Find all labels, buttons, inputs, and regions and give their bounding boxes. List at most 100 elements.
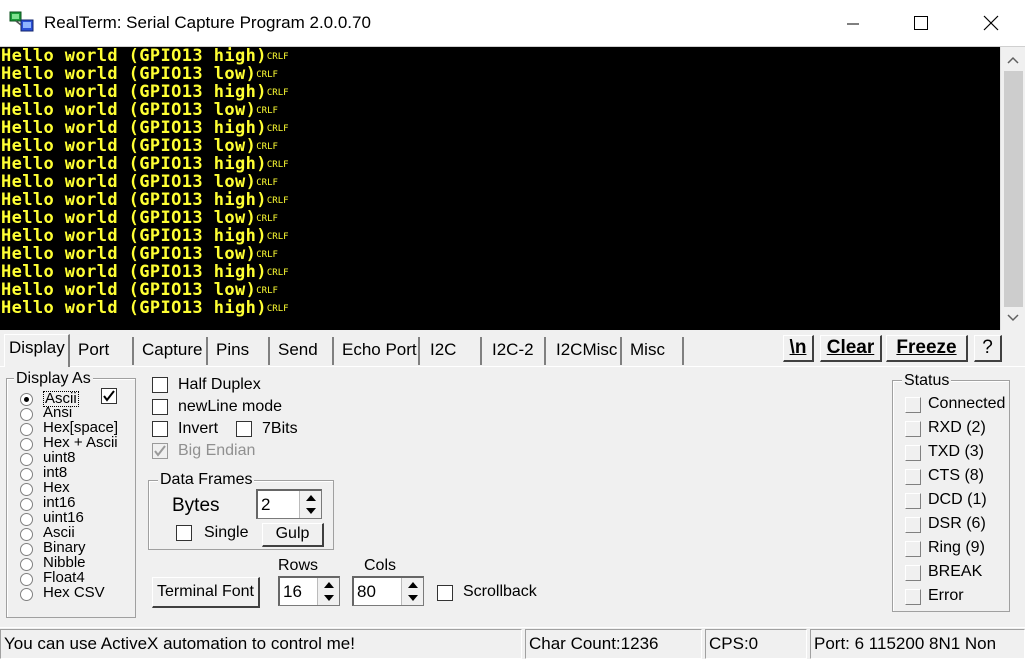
tab-capture[interactable]: Capture xyxy=(138,337,208,365)
terminal-line: Hello world (GPIO13 high)CRLF xyxy=(0,47,1000,65)
freeze-button[interactable]: Freeze xyxy=(886,335,968,362)
display-as-radio[interactable] xyxy=(20,498,33,511)
status-indicator-label: Error xyxy=(928,587,964,604)
maximize-button[interactable] xyxy=(898,0,944,46)
checkmark-icon xyxy=(103,390,115,402)
display-tab-panel: Display As Ascii Ansi Hex[space] Hex + Asci… xyxy=(0,366,1025,623)
status-indicator-label: CTS (8) xyxy=(928,467,984,484)
spin-up-icon[interactable] xyxy=(318,578,339,592)
display-as-option-label: uint8 xyxy=(43,449,76,466)
terminal-line: Hello world (GPIO13 low)CRLF xyxy=(0,209,1000,227)
terminal-output[interactable]: Hello world (GPIO13 high)CRLF Hello world… xyxy=(0,47,1000,330)
display-as-option-label: Ascii xyxy=(43,524,75,541)
status-led xyxy=(905,565,921,581)
terminal-line-text: Hello world (GPIO13 high) xyxy=(1,190,267,210)
status-led xyxy=(905,589,921,605)
spin-up-icon[interactable] xyxy=(402,578,423,592)
newline-mode-checkbox[interactable] xyxy=(152,399,168,415)
display-as-radio[interactable] xyxy=(20,438,33,451)
realterm-app-icon xyxy=(9,11,35,33)
newline-button[interactable]: \n xyxy=(783,335,814,362)
tab-echo-port[interactable]: Echo Port xyxy=(338,337,420,365)
terminal-line-text: Hello world (GPIO13 low) xyxy=(1,136,257,156)
tab-pins[interactable]: Pins xyxy=(212,337,270,365)
rows-spinner[interactable]: 16 xyxy=(278,576,340,606)
terminal-line-text: Hello world (GPIO13 low) xyxy=(1,64,257,84)
status-led xyxy=(905,469,921,485)
scroll-down-button[interactable] xyxy=(1001,307,1025,329)
port-info: Port: 6 115200 8N1 Non xyxy=(810,629,1025,659)
display-as-radio[interactable] xyxy=(20,483,33,496)
display-as-radio[interactable] xyxy=(20,468,33,481)
help-button[interactable]: ? xyxy=(974,335,1002,362)
single-checkbox[interactable] xyxy=(176,525,192,541)
single-label: Single xyxy=(204,524,249,541)
terminal-line: Hello world (GPIO13 low)CRLF xyxy=(0,65,1000,83)
status-led xyxy=(905,493,921,509)
status-led xyxy=(905,421,921,437)
status-indicator-label: Connected xyxy=(928,395,1006,412)
newline-mode-label: newLine mode xyxy=(178,398,283,415)
bytes-spinner[interactable]: 2 xyxy=(256,489,322,519)
crlf-marker: CRLF xyxy=(266,196,289,206)
spin-up-icon[interactable] xyxy=(300,491,321,505)
crlf-marker: CRLF xyxy=(266,232,289,242)
display-as-label: Display As xyxy=(14,370,93,388)
display-as-option-label: uint16 xyxy=(43,509,84,526)
display-as-radio[interactable] xyxy=(20,423,33,436)
display-as-option-label: Binary xyxy=(43,539,86,556)
terminal-line: Hello world (GPIO13 high)CRLF xyxy=(0,227,1000,245)
terminal-line-text: Hello world (GPIO13 high) xyxy=(1,82,267,102)
display-as-radio[interactable] xyxy=(20,393,33,406)
spin-down-icon[interactable] xyxy=(300,505,321,519)
crlf-marker: CRLF xyxy=(256,214,278,224)
display-as-radio[interactable] xyxy=(20,528,33,541)
terminal-font-button[interactable]: Terminal Font xyxy=(152,577,260,608)
crlf-marker: CRLF xyxy=(266,268,289,278)
7bits-label: 7Bits xyxy=(262,420,298,437)
minimize-button[interactable] xyxy=(830,0,876,46)
scrollback-checkbox[interactable] xyxy=(437,585,453,601)
minimize-icon xyxy=(847,23,859,25)
invert-checkbox[interactable] xyxy=(152,421,168,437)
display-as-radio[interactable] xyxy=(20,573,33,586)
display-as-option-label: Ansi xyxy=(43,404,73,421)
status-bar: You can use ActiveX automation to contro… xyxy=(0,627,1025,659)
display-as-radio[interactable] xyxy=(20,408,33,421)
terminal-line-text: Hello world (GPIO13 low) xyxy=(1,280,257,300)
tab-i2cmisc[interactable]: I2CMisc xyxy=(552,337,622,365)
display-as-option-label: Nibble xyxy=(43,554,86,571)
status-led xyxy=(905,517,921,533)
display-as-radio[interactable] xyxy=(20,453,33,466)
clear-button[interactable]: Clear xyxy=(820,335,882,362)
display-as-option-label: Float4 xyxy=(43,569,85,586)
big-endian-checkbox[interactable] xyxy=(152,443,168,459)
scroll-thumb[interactable] xyxy=(1004,71,1023,307)
display-as-radio[interactable] xyxy=(20,513,33,526)
tab-i2c[interactable]: I2C xyxy=(426,337,482,365)
terminal-line-text: Hello world (GPIO13 low) xyxy=(1,244,257,264)
cols-value: 80 xyxy=(357,582,376,601)
display-as-radio[interactable] xyxy=(20,558,33,571)
scroll-up-button[interactable] xyxy=(1001,49,1025,71)
tab-port[interactable]: Port xyxy=(74,337,134,365)
display-as-radio[interactable] xyxy=(20,588,33,601)
display-as-option-label: int16 xyxy=(43,494,76,511)
tab-display[interactable]: Display xyxy=(4,334,70,367)
bytes-value: 2 xyxy=(261,495,271,514)
cols-spinner[interactable]: 80 xyxy=(352,576,424,606)
status-indicator-label: Ring (9) xyxy=(928,539,985,556)
chevron-up-icon xyxy=(1007,56,1019,64)
7bits-checkbox[interactable] xyxy=(236,421,252,437)
tab-i2c-2[interactable]: I2C-2 xyxy=(488,337,546,365)
tab-misc[interactable]: Misc xyxy=(626,337,684,365)
terminal-scrollbar[interactable] xyxy=(1000,47,1025,330)
spin-down-icon[interactable] xyxy=(402,592,423,606)
display-as-radio[interactable] xyxy=(20,543,33,556)
tab-send[interactable]: Send xyxy=(274,337,334,365)
close-button[interactable] xyxy=(968,0,1014,46)
half-duplex-checkbox[interactable] xyxy=(152,377,168,393)
spin-down-icon[interactable] xyxy=(318,592,339,606)
display-as-checkbox[interactable] xyxy=(101,388,117,404)
gulp-button[interactable]: Gulp xyxy=(262,523,324,547)
